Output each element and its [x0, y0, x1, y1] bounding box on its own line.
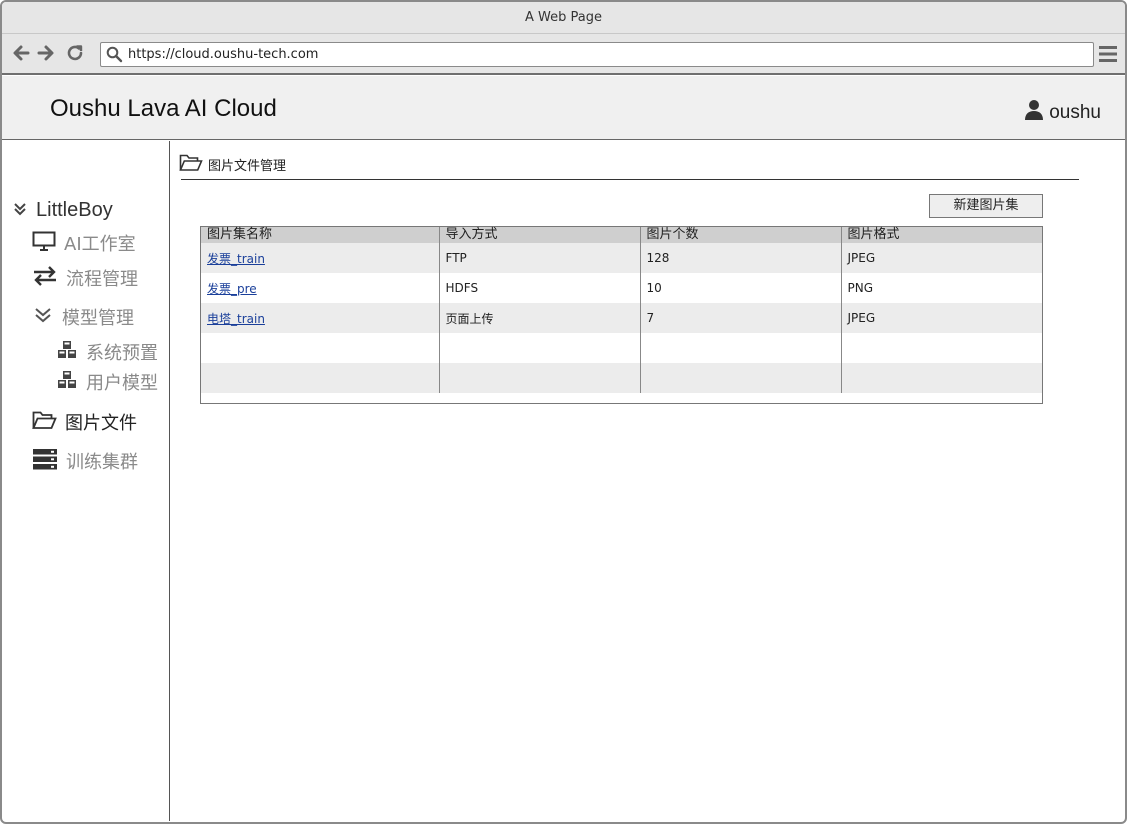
url-text: https://cloud.oushu-tech.com	[128, 47, 319, 62]
table-cell	[439, 363, 641, 393]
main-content: 图片文件管理 新建图片集 图片集名称 导入方式 图片个数 图片格式 发票_tra…	[171, 141, 1125, 821]
table-cell: 128	[640, 243, 842, 273]
table-row[interactable]: 发票_train FTP 128 JPEG	[201, 243, 1042, 273]
sidebar-item-system-preset[interactable]: 系统预置	[56, 339, 158, 365]
table-row-empty	[201, 363, 1042, 393]
sidebar-item-label: 系统预置	[86, 343, 158, 364]
table-cell: FTP	[439, 243, 641, 273]
table-cell: 页面上传	[439, 303, 641, 333]
table-cell: 7	[640, 303, 842, 333]
chevron-double-down-icon	[12, 201, 28, 221]
table-header-row: 图片集名称 导入方式 图片个数 图片格式	[201, 227, 1042, 243]
image-set-link[interactable]: 发票_train	[207, 252, 265, 266]
chevron-double-down-icon	[32, 306, 54, 328]
address-bar[interactable]: https://cloud.oushu-tech.com	[100, 42, 1094, 67]
image-set-link[interactable]: 电塔_train	[207, 312, 265, 326]
sidebar-item-image-files[interactable]: 图片文件	[32, 409, 137, 435]
sidebar-item-training-cluster[interactable]: 训练集群	[32, 448, 138, 474]
column-header[interactable]: 图片格式	[841, 227, 1042, 243]
sidebar-item-label: AI工作室	[64, 234, 136, 255]
browser-toolbar: https://cloud.oushu-tech.com	[2, 34, 1125, 75]
table-cell: HDFS	[439, 273, 641, 303]
cubes-icon	[56, 340, 78, 364]
server-icon	[32, 448, 58, 474]
sidebar-root-label: LittleBoy	[36, 199, 113, 221]
sidebar-item-label: 用户模型	[86, 373, 158, 394]
table-cell: PNG	[841, 273, 1042, 303]
table-cell	[201, 363, 440, 393]
table-cell	[841, 363, 1042, 393]
user-icon	[1025, 99, 1044, 127]
sidebar-item-label: 训练集群	[66, 452, 138, 473]
new-image-set-button[interactable]: 新建图片集	[929, 194, 1043, 218]
table-cell	[201, 333, 440, 363]
sidebar-item-ai-studio[interactable]: AI工作室	[32, 230, 136, 256]
table-cell	[640, 363, 842, 393]
table-row[interactable]: 发票_pre HDFS 10 PNG	[201, 273, 1042, 303]
sidebar: LittleBoy AI工作室 流程管理 模型管理 系统预置 用户模型 图片文件…	[2, 141, 170, 821]
cubes-icon	[56, 370, 78, 394]
username: oushu	[1049, 102, 1101, 123]
sidebar-item-user-model[interactable]: 用户模型	[56, 369, 158, 395]
table-cell: JPEG	[841, 303, 1042, 333]
folder-open-icon	[179, 153, 203, 176]
brand-title: Oushu Lava AI Cloud	[50, 95, 277, 122]
table-row-empty	[201, 333, 1042, 363]
folder-open-icon	[32, 410, 57, 434]
table-cell: 10	[640, 273, 842, 303]
page-title: 图片文件管理	[208, 159, 287, 174]
forward-arrow-icon[interactable]	[35, 42, 57, 64]
table-cell	[841, 333, 1042, 363]
table-cell	[640, 333, 842, 363]
sidebar-item-label: 图片文件	[65, 413, 137, 434]
breadcrumb: 图片文件管理	[179, 153, 286, 176]
user-menu[interactable]: oushu	[1025, 100, 1101, 126]
sidebar-item-model-management[interactable]: 模型管理	[32, 304, 134, 330]
hamburger-menu-icon[interactable]	[1097, 44, 1119, 64]
search-icon	[106, 46, 123, 67]
table-row[interactable]: 电塔_train 页面上传 7 JPEG	[201, 303, 1042, 333]
app-header: Oushu Lava AI Cloud oushu	[2, 76, 1125, 140]
monitor-icon	[32, 231, 56, 255]
table-cell: JPEG	[841, 243, 1042, 273]
column-header[interactable]: 图片个数	[640, 227, 842, 243]
back-arrow-icon[interactable]	[10, 42, 32, 64]
reload-icon[interactable]	[64, 42, 86, 64]
browser-window: A Web Page https://cloud.oushu-tech.com …	[0, 0, 1127, 824]
sidebar-item-label: 流程管理	[66, 269, 138, 290]
divider	[181, 179, 1079, 180]
column-header[interactable]: 图片集名称	[201, 227, 440, 243]
swap-arrows-icon	[32, 266, 58, 290]
sidebar-root-littleboy[interactable]: LittleBoy	[12, 199, 113, 222]
column-header[interactable]: 导入方式	[439, 227, 641, 243]
image-set-link[interactable]: 发票_pre	[207, 282, 257, 296]
table-cell	[439, 333, 641, 363]
sidebar-item-label: 模型管理	[62, 308, 134, 329]
image-set-table: 图片集名称 导入方式 图片个数 图片格式 发票_train FTP 128 JP…	[200, 226, 1043, 404]
window-title: A Web Page	[2, 2, 1125, 34]
sidebar-item-process[interactable]: 流程管理	[32, 265, 138, 291]
